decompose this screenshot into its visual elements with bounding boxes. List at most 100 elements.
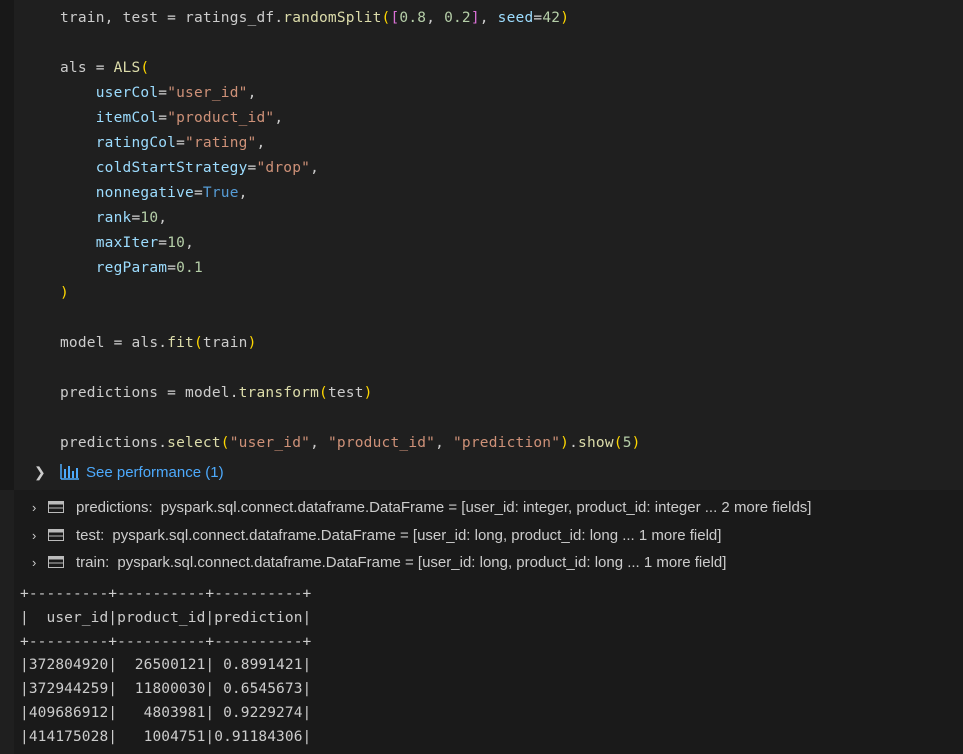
code-token: = xyxy=(113,335,123,351)
code-token: , xyxy=(247,85,257,101)
code-token: ALS xyxy=(113,60,141,76)
code-line[interactable]: ratingCol="rating", xyxy=(60,131,641,156)
code-token: ( xyxy=(220,435,230,451)
see-performance-label[interactable]: See performance (1) xyxy=(86,464,224,481)
chevron-right-icon[interactable]: › xyxy=(32,555,46,570)
code-cell[interactable]: train, test = ratings_df.randomSplit([0.… xyxy=(0,0,963,490)
code-token: , xyxy=(310,160,320,176)
code-token: model. xyxy=(176,385,239,401)
code-token: ) xyxy=(560,435,570,451)
variable-row-train[interactable]: › train: pyspark.sql.connect.dataframe.D… xyxy=(32,551,726,573)
code-line[interactable]: predictions = model.transform(test) xyxy=(60,381,641,406)
code-token: = xyxy=(158,110,168,126)
cell-gutter xyxy=(0,0,14,490)
code-token: ] xyxy=(470,10,480,26)
code-line[interactable] xyxy=(60,31,641,56)
code-token: . xyxy=(569,435,579,451)
bar-chart-icon xyxy=(60,464,79,480)
code-line[interactable]: userCol="user_id", xyxy=(60,81,641,106)
variable-type: pyspark.sql.connect.dataframe.DataFrame … xyxy=(117,553,727,571)
code-token: ) xyxy=(560,10,570,26)
see-performance-link[interactable]: ❯ See performance (1) xyxy=(34,460,224,484)
code-token: regParam xyxy=(95,260,168,276)
code-line[interactable] xyxy=(60,406,641,431)
code-token: 0.1 xyxy=(176,260,203,276)
chevron-right-icon[interactable]: › xyxy=(32,500,46,515)
code-token: ( xyxy=(319,385,328,401)
code-token: als. xyxy=(122,335,168,351)
code-token: 10 xyxy=(167,235,186,251)
code-token: = xyxy=(533,10,543,26)
variable-name: train: xyxy=(76,553,110,571)
code-token: , xyxy=(238,185,248,201)
code-line[interactable]: coldStartStrategy="drop", xyxy=(60,156,641,181)
code-line[interactable]: model = als.fit(train) xyxy=(60,331,641,356)
variable-row-test[interactable]: › test: pyspark.sql.connect.dataframe.Da… xyxy=(32,524,721,546)
code-token: = xyxy=(176,135,186,151)
variable-name: test: xyxy=(76,526,105,544)
variable-type: pyspark.sql.connect.dataframe.DataFrame … xyxy=(160,498,812,516)
code-token: 0.2 xyxy=(444,10,471,26)
code-token: ) xyxy=(60,285,69,301)
code-token: maxIter xyxy=(95,235,159,251)
code-line[interactable]: als = ALS( xyxy=(60,56,641,81)
code-token: , xyxy=(158,210,168,226)
code-token: predictions xyxy=(60,385,168,401)
code-token: fit xyxy=(167,335,194,351)
code-token: = xyxy=(193,185,203,201)
code-line[interactable]: predictions.select("user_id", "product_i… xyxy=(60,431,641,456)
code-line[interactable]: regParam=0.1 xyxy=(60,256,641,281)
code-token: "rating" xyxy=(185,135,257,151)
code-token: seed xyxy=(497,10,534,26)
code-token: userCol xyxy=(95,85,159,101)
code-token: test xyxy=(327,385,364,401)
code-token: "drop" xyxy=(256,160,311,176)
code-token: = xyxy=(167,260,177,276)
code-token: "prediction" xyxy=(453,435,561,451)
code-line[interactable]: nonnegative=True, xyxy=(60,181,641,206)
code-token: = xyxy=(158,85,168,101)
code-line[interactable]: maxIter=10, xyxy=(60,231,641,256)
code-line[interactable]: itemCol="product_id", xyxy=(60,106,641,131)
variable-row-predictions[interactable]: › predictions: pyspark.sql.connect.dataf… xyxy=(32,496,811,518)
code-token: 42 xyxy=(542,10,561,26)
chevron-right-icon[interactable]: ❯ xyxy=(34,464,60,481)
code-token: = xyxy=(158,235,168,251)
code-token: ( xyxy=(140,60,150,76)
code-editor[interactable]: train, test = ratings_df.randomSplit([0.… xyxy=(60,6,641,456)
code-token: "user_id" xyxy=(229,435,311,451)
code-token: , xyxy=(310,435,328,451)
code-token: , xyxy=(426,10,445,26)
code-token: ) xyxy=(247,335,257,351)
code-token: 0.8 xyxy=(399,10,427,26)
chevron-right-icon[interactable]: › xyxy=(32,528,46,543)
code-token: = xyxy=(167,10,177,26)
code-token: ) xyxy=(363,385,373,401)
code-token: rank xyxy=(95,210,132,226)
code-token: , xyxy=(256,135,266,151)
code-line[interactable] xyxy=(60,356,641,381)
code-line[interactable] xyxy=(60,306,641,331)
code-line[interactable]: rank=10, xyxy=(60,206,641,231)
code-token: itemCol xyxy=(95,110,159,126)
code-token: , xyxy=(435,435,453,451)
table-icon xyxy=(48,556,64,568)
code-line[interactable]: train, test = ratings_df.randomSplit([0.… xyxy=(60,6,641,31)
code-token: show xyxy=(578,435,614,451)
code-token: ratings_df. xyxy=(176,10,284,26)
code-line[interactable]: ) xyxy=(60,281,641,306)
code-token: , xyxy=(185,235,194,251)
code-token: "product_id" xyxy=(167,110,275,126)
table-icon xyxy=(48,501,64,513)
code-token: 10 xyxy=(140,210,159,226)
code-token: train xyxy=(202,335,248,351)
code-token: True xyxy=(202,185,239,201)
code-token: "user_id" xyxy=(167,85,248,101)
